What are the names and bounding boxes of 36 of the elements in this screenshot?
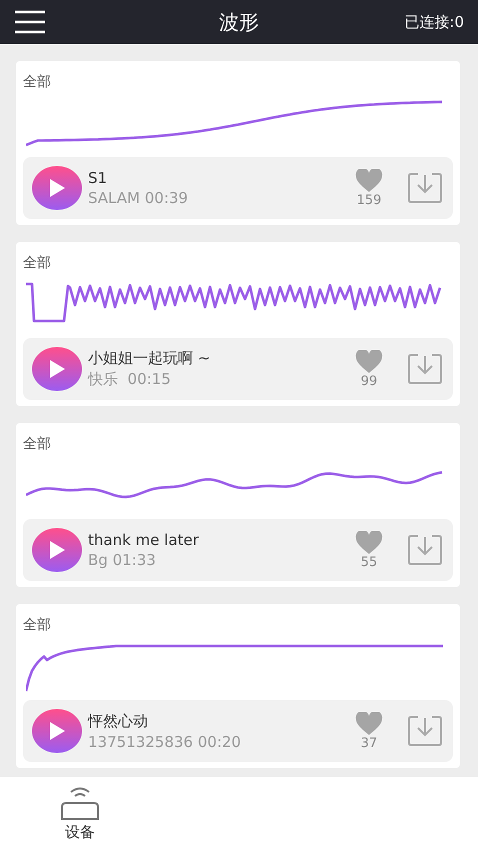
play-button[interactable] xyxy=(32,709,82,753)
track-title: thank me later xyxy=(88,531,199,549)
connection-status: 已连接:0 xyxy=(404,12,464,32)
play-icon xyxy=(48,540,66,560)
play-button[interactable] xyxy=(32,347,82,391)
track-title: 怦然心动 xyxy=(88,712,148,730)
track-subtitle: 快乐 00:15 xyxy=(88,370,171,389)
track-title: S1 xyxy=(88,169,108,187)
page-title: 波形 xyxy=(219,10,259,34)
like-count: 159 xyxy=(356,192,382,208)
play-icon xyxy=(48,178,66,198)
track-subtitle: 13751325836 00:20 xyxy=(88,732,241,750)
play-button[interactable] xyxy=(32,528,82,572)
download-icon[interactable] xyxy=(407,172,443,204)
category-label: 全部 xyxy=(23,73,51,91)
download-icon[interactable] xyxy=(407,715,443,747)
track-subtitle: SALAM 00:39 xyxy=(88,189,188,207)
category-label: 全部 xyxy=(23,254,51,272)
heart-icon[interactable] xyxy=(355,712,383,736)
category-label: 全部 xyxy=(23,435,51,453)
like-count: 55 xyxy=(360,554,378,570)
play-icon xyxy=(48,359,66,379)
play-button[interactable] xyxy=(32,166,82,210)
track-title: 小姐姐一起玩啊 ~ xyxy=(88,349,210,368)
router-icon xyxy=(58,785,102,821)
download-icon[interactable] xyxy=(407,353,443,385)
like-count: 37 xyxy=(360,736,378,750)
track-subtitle: Bg 01:33 xyxy=(88,551,156,569)
heart-icon[interactable] xyxy=(355,530,383,554)
heart-icon[interactable] xyxy=(355,168,383,192)
like-count: 99 xyxy=(360,374,378,388)
menu-icon[interactable] xyxy=(14,10,46,34)
heart-icon[interactable] xyxy=(355,350,383,374)
download-icon[interactable] xyxy=(407,534,443,566)
play-icon xyxy=(48,721,66,741)
category-label: 全部 xyxy=(23,616,51,634)
